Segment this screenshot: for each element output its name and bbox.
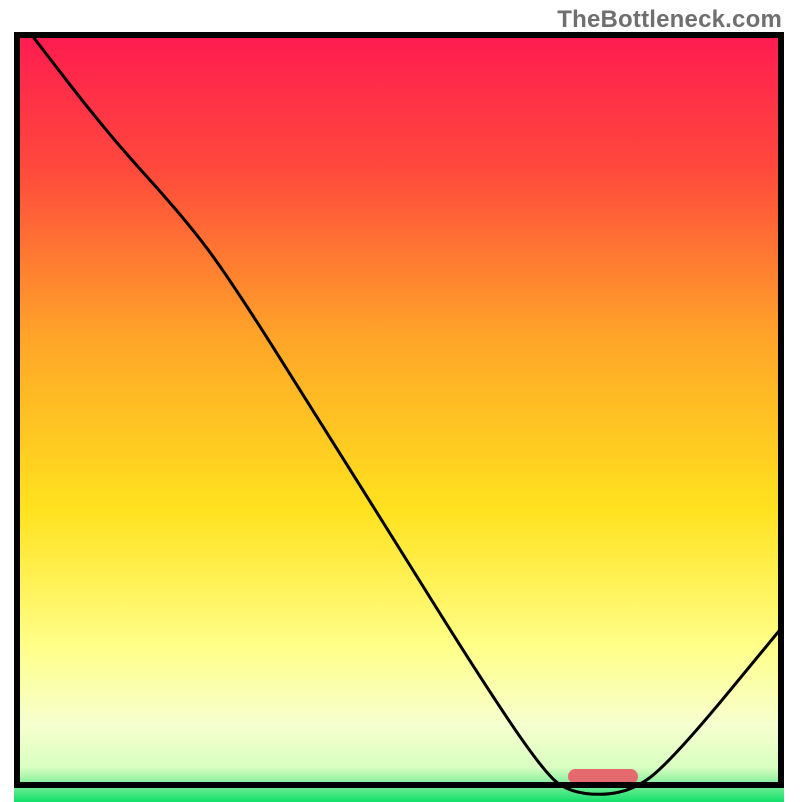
- watermark-text: TheBottleneck.com: [557, 6, 782, 34]
- optimal-range-marker: [568, 769, 637, 784]
- chart-area: [14, 32, 784, 788]
- chart-background-gradient: [14, 32, 784, 802]
